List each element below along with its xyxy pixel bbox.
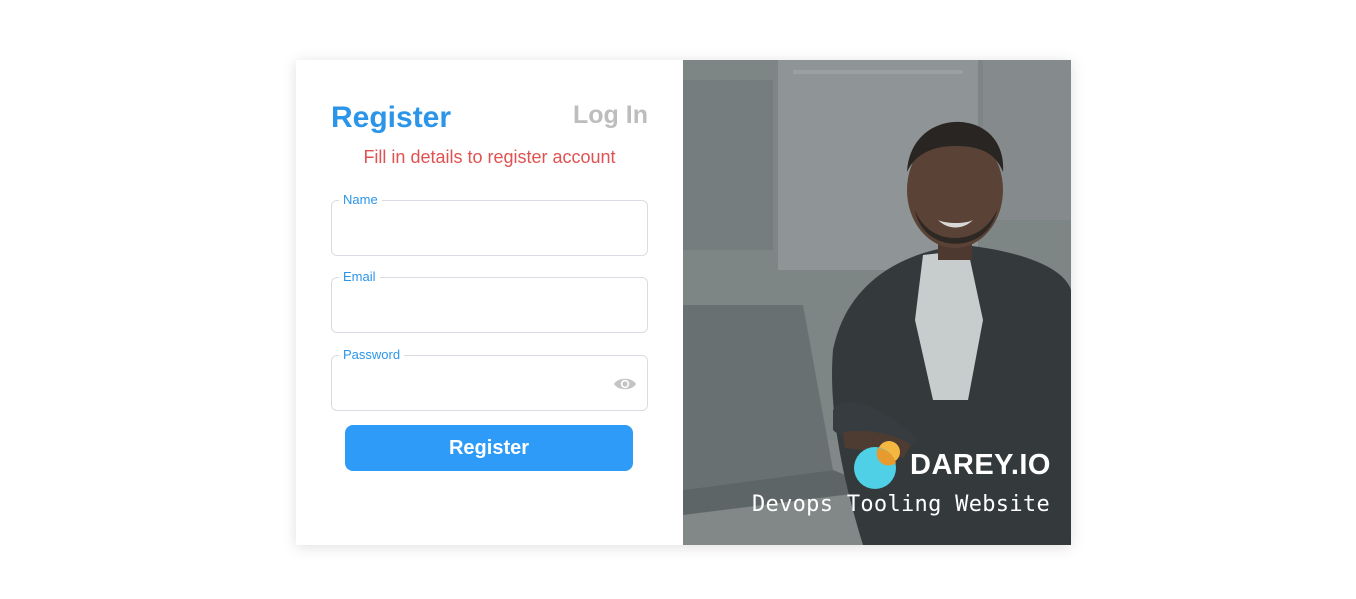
tab-register[interactable]: Register [331,101,451,135]
register-form: Register Log In Fill in details to regis… [296,60,683,545]
tab-login[interactable]: Log In [573,101,648,130]
eye-icon[interactable] [613,374,637,394]
hero-image-panel: DAREY.IO Devops Tooling Website [683,60,1071,545]
email-field[interactable]: Email [331,269,648,333]
register-button[interactable]: Register [345,425,633,471]
form-subtitle: Fill in details to register account [363,147,616,167]
name-field-label: Name [339,192,382,208]
brand-tagline: Devops Tooling Website [752,492,1050,517]
brand-logo: DAREY.IO [854,440,1051,490]
password-field-label: Password [339,347,405,363]
brand-name: DAREY.IO [910,448,1051,481]
name-input[interactable] [344,215,608,243]
name-field[interactable]: Name [331,192,648,256]
darey-logo-icon [854,441,901,489]
email-field-label: Email [339,269,380,285]
auth-card: Register Log In Fill in details to regis… [296,60,1071,545]
password-input[interactable] [344,370,608,398]
password-field[interactable]: Password [331,347,648,411]
email-input[interactable] [344,292,608,320]
